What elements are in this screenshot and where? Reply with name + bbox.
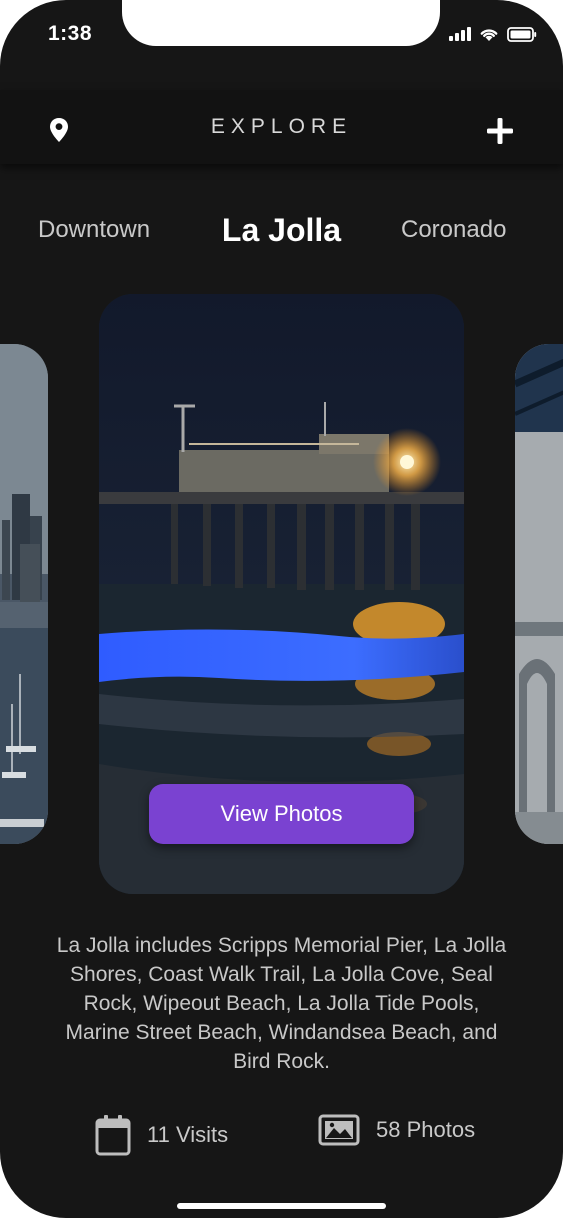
location-description: La Jolla includes Scripps Memorial Pier,… [56, 934, 507, 1073]
battery-icon [507, 26, 537, 42]
calendar-icon [95, 1115, 131, 1156]
signal-icon [449, 27, 471, 41]
image-icon [318, 1114, 360, 1146]
header-bar: EXPLORE [0, 90, 563, 164]
photos-count: 58 Photos [376, 1117, 476, 1142]
card-downtown[interactable] [0, 344, 48, 844]
photos-stat[interactable]: 58 Photos [318, 1114, 475, 1146]
tab-coronado[interactable]: Coronado [401, 216, 506, 244]
view-photos-button[interactable]: View Photos [149, 784, 414, 844]
card-coronado[interactable] [515, 344, 563, 844]
phone-screen: 1:38 EXPLORE Downtown La Jolla Coronado … [0, 0, 563, 1218]
home-indicator[interactable] [177, 1203, 386, 1209]
status-icons [449, 25, 537, 43]
skyline-image [0, 344, 48, 844]
visits-stat[interactable]: 11 Visits [95, 1114, 228, 1156]
status-time: 1:38 [48, 22, 93, 45]
page-title: EXPLORE [210, 115, 353, 138]
wifi-icon [480, 28, 498, 41]
add-button[interactable] [486, 117, 514, 145]
visits-count: 11 Visits [147, 1122, 229, 1147]
bridge-image [515, 344, 563, 844]
plus-icon [487, 118, 513, 144]
device-notch [122, 0, 440, 46]
